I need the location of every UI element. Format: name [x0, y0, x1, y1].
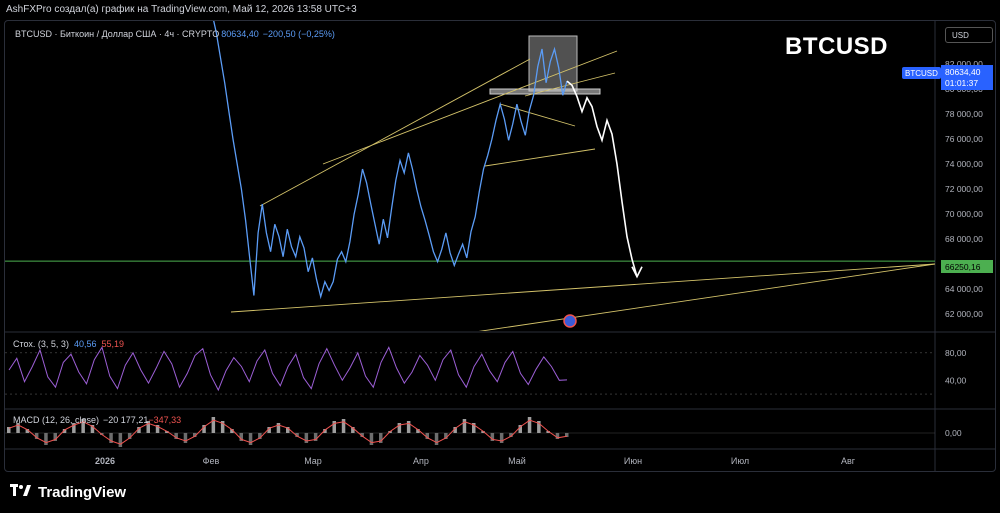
stoch-tick-label: 40,00: [945, 375, 967, 385]
last-price-label: 80634,40 01:01:37: [941, 65, 993, 90]
time-tick-label: Мар: [304, 456, 322, 466]
macd-histogram-bar: [183, 433, 188, 443]
time-tick-label: Май: [508, 456, 526, 466]
channel-mid-line: [499, 103, 576, 127]
last-price-value: 80634,40: [945, 67, 981, 77]
price-tick-label: 64 000,00: [945, 284, 983, 294]
forecast-arrow-path: [566, 80, 638, 277]
price-line: [213, 21, 568, 300]
tradingview-logo-icon: [10, 483, 32, 501]
price-tick-label: 70 000,00: [945, 209, 983, 219]
macd-legend[interactable]: MACD (12, 26, close) −20 177,21−347,33: [13, 415, 181, 425]
macd-histogram-bar: [499, 433, 504, 443]
attribution-bar: AshFXPro создал(а) график на TradingView…: [0, 0, 1000, 18]
currency-button[interactable]: USD: [945, 27, 993, 43]
economic-event-icon: [563, 314, 577, 328]
macd-histogram-bar: [248, 433, 253, 445]
macd-values: −20 177,21: [103, 415, 149, 425]
footer-brand[interactable]: TradingView: [10, 482, 126, 502]
symbol-change: −200,50 (−0,25%): [262, 29, 335, 39]
bar-countdown: 01:01:37: [945, 78, 979, 88]
footer-brand-text: TradingView: [38, 483, 127, 501]
macd-histogram-bar: [341, 419, 346, 433]
time-tick-label: 2026: [95, 456, 115, 466]
symbol-value: 80634,40: [221, 29, 259, 39]
stoch-d-value: 55,19: [101, 339, 125, 349]
macd-histogram-bar: [118, 433, 123, 447]
channel-lower-line: [484, 148, 596, 167]
price-tick-label: 76 000,00: [945, 134, 983, 144]
macd-histogram-bar: [44, 433, 48, 445]
stoch-k-line: [8, 346, 568, 392]
chart-canvas[interactable]: 62 000,0064 000,0066 000,0068 000,0070 0…: [5, 21, 996, 472]
macd-histogram-bar: [527, 417, 532, 433]
resistance-trendline-2: [322, 50, 618, 165]
macd-histogram-bar: [406, 421, 411, 433]
price-tick-label: 68 000,00: [945, 234, 983, 244]
support-trendline-1: [230, 263, 935, 313]
macd-tick-label: 0,00: [945, 428, 962, 438]
macd-histogram-bar: [434, 433, 439, 445]
symbol-line: BTCUSD · Биткоин / Доллар США · 4ч · CRY…: [15, 29, 220, 39]
time-tick-label: Авг: [841, 456, 856, 466]
stoch-legend[interactable]: Стох. (3, 5, 3) 40,56 55,19: [13, 339, 124, 349]
macd-histogram-bar: [462, 419, 467, 433]
symbol-legend[interactable]: BTCUSD · Биткоин / Доллар США · 4ч · CRY…: [15, 29, 335, 39]
macd-histogram-bar: [369, 433, 374, 445]
time-tick-label: Апр: [413, 456, 429, 466]
time-tick-label: Июн: [624, 456, 642, 466]
stoch-tick-label: 80,00: [945, 348, 967, 358]
attribution-text: AshFXPro создал(а) график на TradingView…: [6, 4, 357, 15]
price-tick-label: 78 000,00: [945, 109, 983, 119]
macd-histogram-bar: [276, 423, 281, 433]
macd-hist-value: −347,33: [148, 415, 182, 425]
macd-histogram-bar: [304, 433, 309, 443]
price-tick-label: 74 000,00: [945, 159, 983, 169]
time-tick-label: Фев: [203, 456, 220, 466]
forecast-arrow-head: [631, 266, 643, 279]
time-tick-label: Июл: [731, 456, 749, 466]
horizontal-level-label: 66250,16: [941, 260, 993, 273]
price-tick-label: 72 000,00: [945, 184, 983, 194]
support-trendline-2: [478, 263, 935, 331]
big-ticker-label: BTCUSD: [785, 33, 888, 60]
main-drawings: [5, 21, 935, 331]
stoch-k-value: 40,56: [73, 339, 97, 349]
price-tick-label: 62 000,00: [945, 309, 983, 319]
macd-name: MACD (12, 26, close): [13, 415, 100, 425]
macd-histogram-bar: [211, 417, 216, 433]
stoch-name: Стох. (3, 5, 3): [13, 339, 69, 349]
symbol-price-tag: BTCUSD: [902, 67, 941, 79]
chart-frame[interactable]: 62 000,0064 000,0066 000,0068 000,0070 0…: [4, 20, 996, 472]
